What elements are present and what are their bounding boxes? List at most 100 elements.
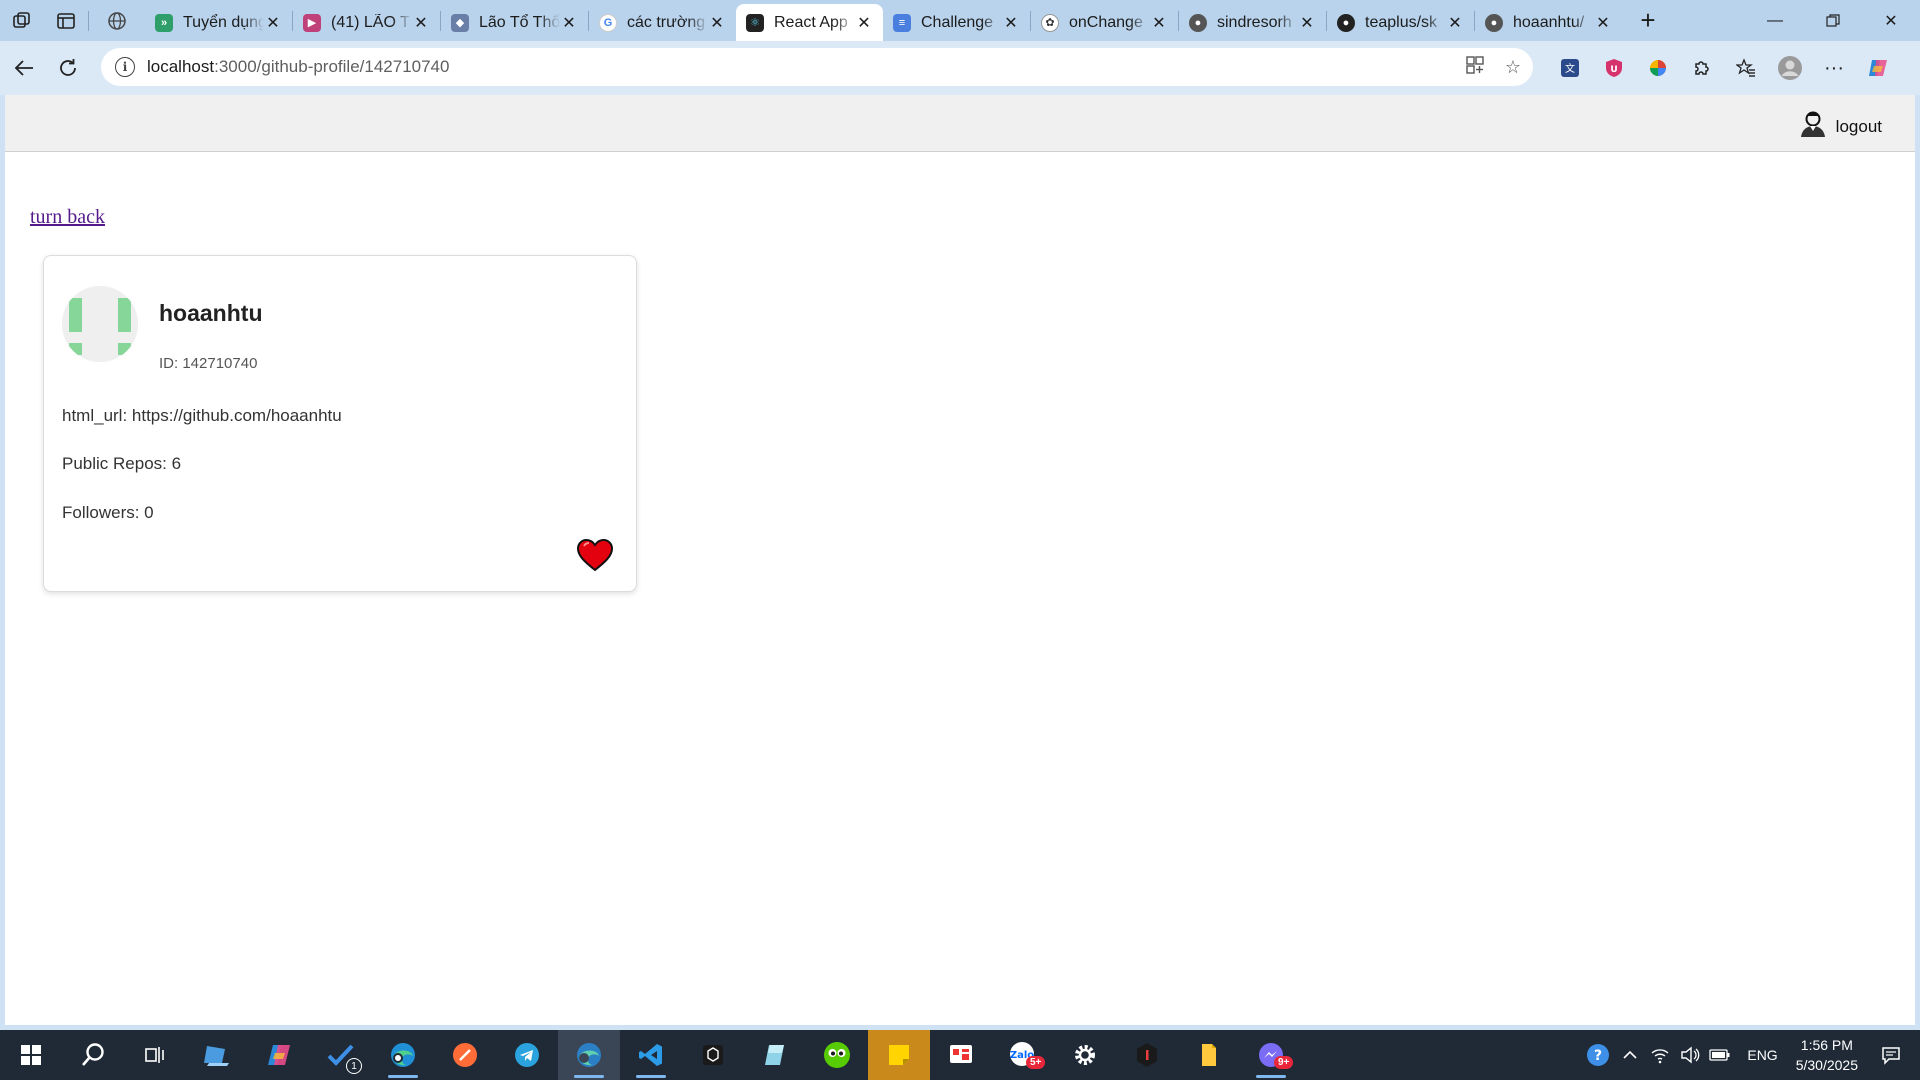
more-menu-icon[interactable]: ··· bbox=[1812, 48, 1856, 88]
tab-4-active[interactable]: ⚛ React App ✕ bbox=[736, 4, 883, 41]
photo-app-icon[interactable] bbox=[930, 1030, 992, 1080]
bird-icon: ◆ bbox=[451, 13, 469, 32]
ublock-extension-icon[interactable]: U bbox=[1592, 48, 1636, 88]
box-app-icon[interactable] bbox=[682, 1030, 744, 1080]
telegram-app-icon[interactable] bbox=[496, 1030, 558, 1080]
messenger-badge: 9+ bbox=[1274, 1056, 1294, 1069]
notifications-icon[interactable] bbox=[1876, 1045, 1906, 1065]
tab-9[interactable]: ● hoaanhtu/ ✕ bbox=[1475, 6, 1622, 40]
close-icon[interactable]: ✕ bbox=[1150, 13, 1168, 33]
task-badge: 1 bbox=[346, 1058, 362, 1074]
close-icon[interactable]: ✕ bbox=[1446, 13, 1464, 33]
app-available-icon[interactable] bbox=[1465, 55, 1485, 80]
tab-2[interactable]: ◆ Lão Tổ Thổ ✕ bbox=[441, 6, 588, 40]
github-icon: ● bbox=[1485, 13, 1503, 32]
reload-icon[interactable] bbox=[46, 48, 90, 88]
zalo-app-icon[interactable]: Zalo 5+ bbox=[992, 1030, 1054, 1080]
favorite-star-icon[interactable]: ☆ bbox=[1505, 57, 1521, 78]
battery-icon[interactable] bbox=[1705, 1048, 1735, 1062]
globe-icon[interactable] bbox=[89, 0, 145, 41]
new-tab-icon[interactable]: + bbox=[1628, 4, 1668, 38]
edge-browser-icon[interactable] bbox=[372, 1030, 434, 1080]
language-indicator[interactable]: ENG bbox=[1747, 1047, 1777, 1063]
restore-icon[interactable] bbox=[1804, 0, 1862, 41]
minimize-icon[interactable]: — bbox=[1746, 0, 1804, 41]
close-icon[interactable]: ✕ bbox=[1298, 13, 1316, 33]
page-viewport: logout turn back hoaanhtu ID: 142710740 … bbox=[5, 95, 1915, 1025]
close-icon[interactable]: ✕ bbox=[412, 13, 430, 33]
openai-icon: ✿ bbox=[1041, 13, 1059, 32]
back-arrow-icon[interactable] bbox=[2, 48, 46, 88]
address-bar[interactable]: i localhost:3000/github-profile/14271074… bbox=[101, 48, 1533, 86]
vscode-app-icon[interactable] bbox=[620, 1030, 682, 1080]
postman-app-icon[interactable] bbox=[434, 1030, 496, 1080]
notepad-app-icon[interactable] bbox=[744, 1030, 806, 1080]
tab-6[interactable]: ✿ onChange ✕ bbox=[1031, 6, 1178, 40]
heart-icon[interactable] bbox=[576, 538, 614, 572]
wifi-icon[interactable] bbox=[1645, 1046, 1675, 1064]
url-host: localhost bbox=[147, 57, 215, 76]
extensions-puzzle-icon[interactable] bbox=[1680, 48, 1724, 88]
translate-extension-icon[interactable]: 文 bbox=[1548, 48, 1592, 88]
profile-html-url: html_url: https://github.com/hoaanhtu bbox=[62, 406, 342, 425]
duolingo-app-icon[interactable] bbox=[806, 1030, 868, 1080]
help-icon[interactable]: ? bbox=[1581, 1042, 1615, 1068]
copilot-app-icon[interactable] bbox=[248, 1030, 310, 1080]
extensions-row: 文 U ··· bbox=[1548, 41, 1900, 95]
messenger-app-icon[interactable]: 9+ bbox=[1240, 1030, 1302, 1080]
start-windows-icon[interactable] bbox=[0, 1030, 62, 1080]
file-explorer-icon[interactable] bbox=[1178, 1030, 1240, 1080]
video-icon: ▶ bbox=[303, 13, 321, 32]
tab-7[interactable]: ● sindresorh ✕ bbox=[1179, 6, 1326, 40]
green-chevrons-icon: » bbox=[155, 13, 173, 32]
tab-title: Challenge bbox=[921, 13, 994, 31]
edge-dev-browser-icon[interactable] bbox=[558, 1030, 620, 1080]
color-picker-extension-icon[interactable] bbox=[1636, 48, 1680, 88]
favorites-list-icon[interactable] bbox=[1724, 48, 1768, 88]
browser-tab-strip: » Tuyển dụng ✕ ▶ (41) LÃO T ✕ ◆ Lão Tổ T… bbox=[0, 0, 1920, 41]
sticky-notes-app-icon[interactable] bbox=[868, 1030, 930, 1080]
tab-3[interactable]: G các trường ✕ bbox=[589, 6, 736, 40]
logout-button[interactable]: logout bbox=[1798, 109, 1882, 144]
workspaces-icon[interactable] bbox=[0, 0, 44, 41]
close-icon[interactable]: ✕ bbox=[855, 13, 873, 33]
tab-actions-icon[interactable] bbox=[44, 0, 88, 41]
tab-title: hoaanhtu/ bbox=[1513, 13, 1585, 31]
tab-1[interactable]: ▶ (41) LÃO T ✕ bbox=[293, 6, 440, 40]
app-header: logout bbox=[5, 95, 1915, 152]
laptop-app-icon[interactable] bbox=[186, 1030, 248, 1080]
close-icon[interactable]: ✕ bbox=[1002, 13, 1020, 33]
clock-time: 1:56 PM bbox=[1800, 1037, 1853, 1053]
chevron-up-icon[interactable] bbox=[1615, 1047, 1645, 1063]
tab-title: các trường bbox=[627, 13, 706, 31]
tab-title: Tuyển dụng bbox=[183, 13, 264, 31]
close-icon[interactable]: ✕ bbox=[264, 13, 282, 33]
zalo-badge: 5+ bbox=[1026, 1056, 1046, 1069]
tab-8[interactable]: ● teaplus/sk ✕ bbox=[1327, 6, 1474, 40]
svg-text:U: U bbox=[1610, 65, 1617, 75]
site-info-icon[interactable]: i bbox=[115, 57, 135, 77]
tab-title: (41) LÃO T bbox=[331, 13, 410, 31]
turn-back-link[interactable]: turn back bbox=[30, 206, 105, 229]
github-icon: ● bbox=[1337, 13, 1355, 32]
clock-date: 5/30/2025 bbox=[1795, 1057, 1858, 1073]
tab-5[interactable]: ≡ Challenge ✕ bbox=[883, 6, 1030, 40]
url-text[interactable]: localhost:3000/github-profile/142710740 bbox=[147, 57, 449, 77]
tab-title: Lão Tổ Thổ bbox=[479, 13, 560, 31]
tab-0[interactable]: » Tuyển dụng ✕ bbox=[145, 6, 292, 40]
close-window-icon[interactable]: ✕ bbox=[1862, 0, 1920, 41]
task-view-icon[interactable] bbox=[124, 1030, 186, 1080]
close-icon[interactable]: ✕ bbox=[560, 13, 578, 33]
todo-app-icon[interactable]: 1 bbox=[310, 1030, 372, 1080]
close-icon[interactable]: ✕ bbox=[1594, 13, 1612, 33]
search-icon[interactable] bbox=[62, 1030, 124, 1080]
clock[interactable]: 1:56 PM 5/30/2025 bbox=[1796, 1035, 1858, 1075]
ide-app-icon[interactable] bbox=[1116, 1030, 1178, 1080]
react-icon: ⚛ bbox=[746, 13, 764, 32]
google-icon: G bbox=[599, 13, 617, 32]
profile-avatar-icon[interactable] bbox=[1768, 48, 1812, 88]
close-icon[interactable]: ✕ bbox=[708, 13, 726, 33]
volume-icon[interactable] bbox=[1675, 1046, 1705, 1064]
copilot-icon[interactable] bbox=[1856, 48, 1900, 88]
settings-gear-icon[interactable] bbox=[1054, 1030, 1116, 1080]
